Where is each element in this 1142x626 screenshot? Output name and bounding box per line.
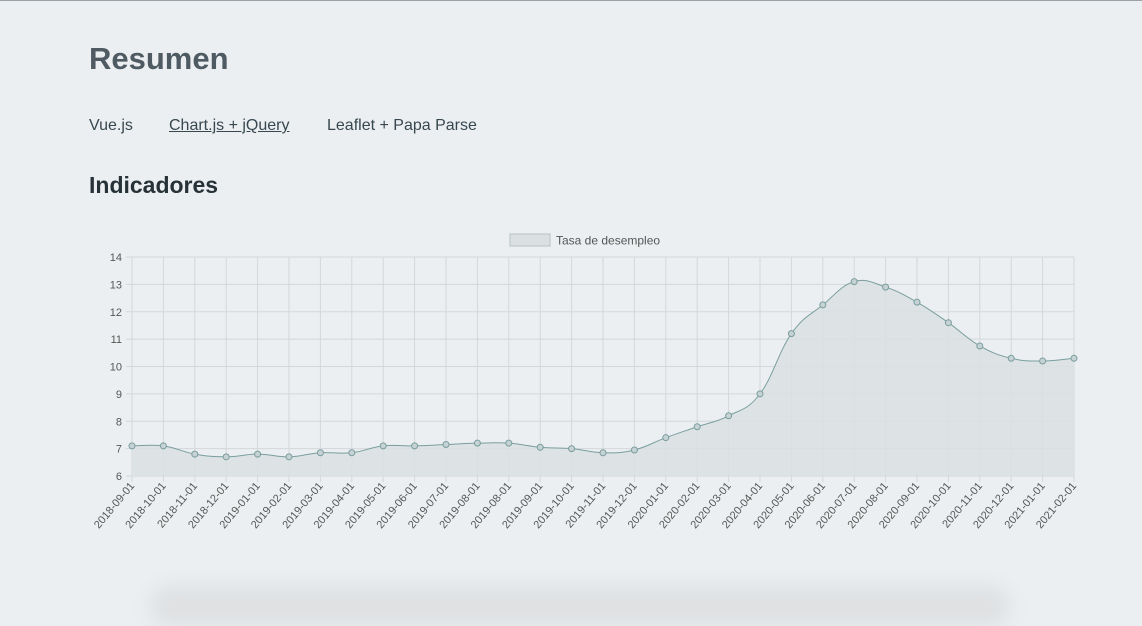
nav-link-chartjs[interactable]: Chart.js + jQuery xyxy=(169,117,289,135)
data-point xyxy=(944,319,952,327)
legend-swatch xyxy=(509,233,551,247)
data-point xyxy=(725,412,733,420)
data-point xyxy=(536,443,544,451)
page-title: Resumen xyxy=(89,41,229,76)
data-point xyxy=(1070,354,1078,362)
data-point xyxy=(630,446,638,454)
y-tick-label: 14 xyxy=(110,252,122,264)
data-point xyxy=(254,450,262,458)
data-point xyxy=(756,390,764,398)
data-point xyxy=(1007,354,1015,362)
data-point xyxy=(693,423,701,431)
y-tick-label: 6 xyxy=(116,471,122,483)
legend-label: Tasa de desempleo xyxy=(556,234,660,248)
y-tick-label: 11 xyxy=(111,334,122,346)
data-point xyxy=(819,301,827,309)
data-point xyxy=(568,445,576,453)
data-point xyxy=(285,453,293,461)
data-point xyxy=(913,298,921,306)
data-point xyxy=(976,342,984,350)
data-point xyxy=(379,442,387,450)
data-point xyxy=(159,442,167,450)
data-point xyxy=(411,442,419,450)
section-title: Indicadores xyxy=(89,172,219,198)
data-point xyxy=(505,439,513,447)
data-point xyxy=(128,442,136,450)
bottom-card-shadow xyxy=(150,586,1010,626)
y-axis: 6 7 8 9 10 11 12 13 14 xyxy=(110,252,122,483)
data-point xyxy=(473,439,481,447)
unemployment-line-chart: Tasa de desempleo 6 7 8 9 10 11 12 13 14 2018-09… xyxy=(92,233,1079,531)
x-axis: 2018-09-012018-10-012018-11-012018-12-01… xyxy=(92,480,1079,531)
y-tick-label: 12 xyxy=(110,307,122,319)
data-point xyxy=(191,450,199,458)
data-point xyxy=(1039,357,1047,365)
data-point xyxy=(442,441,450,449)
y-tick-label: 8 xyxy=(116,416,122,428)
chart-legend[interactable]: Tasa de desempleo xyxy=(509,233,660,248)
data-point xyxy=(787,330,795,338)
y-tick-label: 9 xyxy=(116,389,122,401)
data-point xyxy=(222,453,230,461)
data-point xyxy=(599,449,607,457)
nav-link-vue[interactable]: Vue.js xyxy=(89,117,133,135)
data-point xyxy=(882,283,890,291)
data-point xyxy=(850,278,858,286)
nav-link-leaflet[interactable]: Leaflet + Papa Parse xyxy=(327,117,477,135)
y-tick-label: 7 xyxy=(116,444,122,456)
data-point xyxy=(348,449,356,457)
data-point xyxy=(316,449,324,457)
y-tick-label: 13 xyxy=(110,279,122,291)
y-tick-label: 10 xyxy=(110,362,122,374)
data-point xyxy=(662,434,670,442)
